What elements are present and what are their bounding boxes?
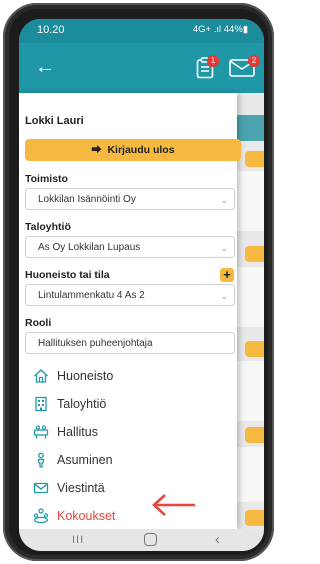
system-nav-bar: III ‹ — [19, 529, 264, 551]
phone-frame: 10.20 4G+ .ıl 44%▮ ← 1 2 Lokki Lauri ⮕ K… — [3, 3, 274, 561]
role-label: Rooli — [25, 317, 52, 329]
menu-label: Huoneisto — [57, 369, 114, 383]
background-card — [237, 447, 264, 502]
envelope-icon — [33, 482, 49, 494]
logout-icon: ⮕ — [91, 145, 102, 156]
menu-label: Taloyhtiö — [57, 397, 107, 411]
housing-company-select[interactable]: As Oy Lokkilan Lupaus ⌄ — [25, 236, 235, 258]
menu-item-hallitus[interactable]: Hallitus — [33, 421, 223, 443]
background-pill — [245, 246, 264, 262]
background-pill — [245, 510, 264, 526]
logout-button[interactable]: ⮕ Kirjaudu ulos — [25, 139, 241, 161]
back-button[interactable]: ‹ — [215, 531, 220, 548]
status-bar: 10.20 4G+ .ıl 44%▮ — [19, 19, 264, 43]
menu-label: Kokoukset — [57, 509, 116, 523]
app-bar: ← 1 2 — [19, 43, 264, 93]
menu-item-asuminen[interactable]: Asuminen — [33, 449, 223, 471]
role-field[interactable]: Hallituksen puheenjohtaja — [25, 332, 235, 354]
menu-label: Viestintä — [57, 481, 105, 495]
background-card — [237, 171, 264, 231]
chevron-down-icon: ⌄ — [220, 195, 228, 205]
apartment-select[interactable]: Lintulammenkatu 4 As 2 ⌄ — [25, 284, 235, 306]
housing-company-value: As Oy Lokkilan Lupaus — [38, 242, 141, 253]
person-icon — [37, 452, 45, 468]
recent-apps-button[interactable]: III — [72, 534, 84, 546]
board-icon — [33, 425, 49, 439]
office-select[interactable]: Lokkilan Isännöinti Oy ⌄ — [25, 188, 235, 210]
tasks-badge: 1 — [207, 55, 219, 67]
menu-label: Asuminen — [57, 453, 113, 467]
logout-label: Kirjaudu ulos — [107, 144, 175, 156]
office-label: Toimisto — [25, 173, 68, 185]
background-pill — [245, 427, 264, 443]
menu-item-taloyhtio[interactable]: Taloyhtiö — [33, 393, 223, 415]
arrow-left-icon[interactable]: ← — [35, 56, 57, 78]
meeting-icon — [33, 508, 49, 524]
pointer-arrow-icon — [152, 494, 195, 516]
background-header — [237, 115, 264, 141]
navigation-drawer: Lokki Lauri ⮕ Kirjaudu ulos Toimisto Lokk… — [19, 93, 241, 529]
building-icon — [35, 396, 47, 412]
home-icon — [34, 369, 48, 383]
background-card — [237, 267, 264, 327]
background-pill — [245, 151, 264, 167]
add-apartment-button[interactable]: + — [220, 268, 234, 282]
menu-label: Hallitus — [57, 425, 98, 439]
role-value: Hallituksen puheenjohtaja — [38, 338, 153, 349]
background-pill — [245, 341, 264, 357]
screen: 10.20 4G+ .ıl 44%▮ ← 1 2 Lokki Lauri ⮕ K… — [19, 19, 264, 551]
status-time: 10.20 — [37, 24, 65, 36]
apartment-value: Lintulammenkatu 4 As 2 — [38, 290, 145, 301]
chevron-down-icon: ⌄ — [220, 291, 228, 301]
apartment-label: Huoneisto tai tila — [25, 269, 110, 281]
menu-item-huoneisto[interactable]: Huoneisto — [33, 365, 223, 387]
chevron-down-icon: ⌄ — [220, 243, 228, 253]
home-button[interactable] — [144, 533, 157, 546]
housing-company-label: Taloyhtiö — [25, 221, 71, 233]
status-indicators: 4G+ .ıl 44%▮ — [192, 24, 248, 35]
office-value: Lokkilan Isännöinti Oy — [38, 194, 136, 205]
messages-badge: 2 — [248, 55, 260, 67]
background-card — [237, 361, 264, 421]
user-name: Lokki Lauri — [25, 115, 84, 127]
